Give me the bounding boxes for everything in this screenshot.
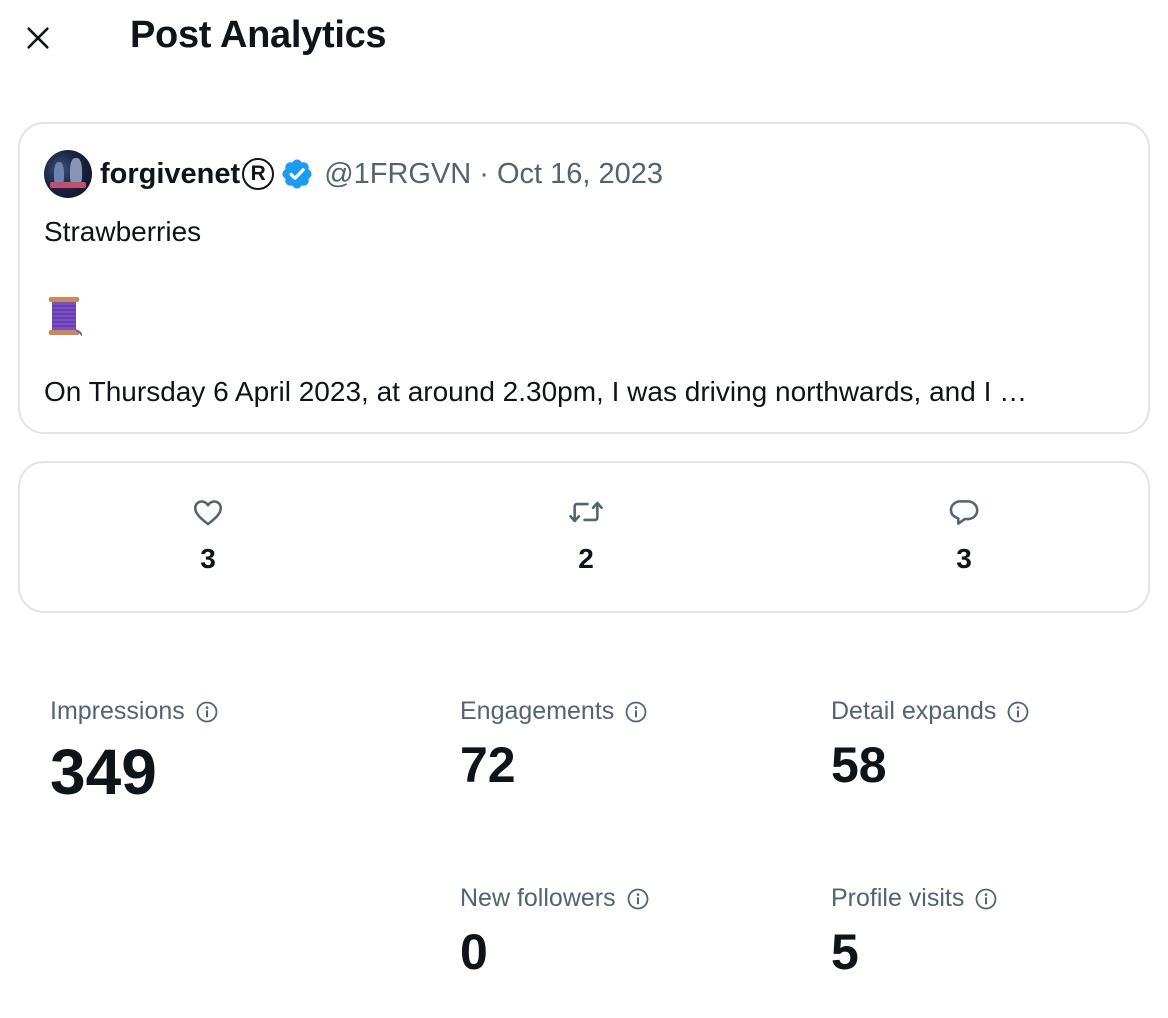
info-icon[interactable] xyxy=(974,887,998,911)
engagements-value: 72 xyxy=(460,737,516,793)
post-card[interactable]: forgivenet R @1FRGVN · Oct 16, 2023 Stra… xyxy=(18,122,1150,434)
impressions-metric: Impressions 349 xyxy=(50,697,219,804)
avatar[interactable] xyxy=(44,150,92,198)
detail-expands-metric: Detail expands 58 xyxy=(831,697,1030,790)
likes-count: 3 xyxy=(200,543,216,574)
close-icon xyxy=(27,27,49,49)
new-followers-label: New followers xyxy=(460,884,616,912)
meta-separator: · xyxy=(479,157,489,190)
verified-badge-icon xyxy=(282,159,312,189)
spool-of-thread-icon xyxy=(49,297,82,336)
profile-visits-label: Profile visits xyxy=(831,884,965,912)
post-text-line-1: Strawberries xyxy=(44,216,202,247)
heart-icon xyxy=(193,500,223,526)
impressions-value: 349 xyxy=(50,736,157,808)
info-icon[interactable] xyxy=(624,700,648,724)
new-followers-value: 0 xyxy=(460,924,488,980)
repost-icon xyxy=(569,501,603,523)
engagements-metric: Engagements 72 xyxy=(460,697,648,790)
engagements-label: Engagements xyxy=(460,697,615,725)
info-icon[interactable] xyxy=(626,887,650,911)
post-date[interactable]: Oct 16, 2023 xyxy=(497,158,663,191)
profile-visits-metric: Profile visits 5 xyxy=(831,884,998,977)
info-icon[interactable] xyxy=(1006,700,1030,724)
profile-visits-value: 5 xyxy=(831,924,859,980)
registered-mark: R xyxy=(242,158,275,190)
replies-count: 3 xyxy=(956,543,972,574)
reposts-stat: 2 xyxy=(526,495,646,575)
detail-expands-label: Detail expands xyxy=(831,697,997,725)
page-title: Post Analytics xyxy=(130,14,387,56)
reposts-count: 2 xyxy=(578,543,594,574)
detail-expands-value: 58 xyxy=(831,737,887,793)
close-button[interactable] xyxy=(18,18,58,58)
post-text-line-2: On Thursday 6 April 2023, at around 2.30… xyxy=(44,376,1028,407)
replies-stat: 3 xyxy=(904,495,1024,575)
author-handle[interactable]: @1FRGVN xyxy=(324,158,471,191)
impressions-label: Impressions xyxy=(50,697,185,725)
reply-icon xyxy=(949,500,979,525)
likes-stat: 3 xyxy=(148,495,268,575)
info-icon[interactable] xyxy=(195,700,219,724)
engagement-summary-card: 3 2 3 xyxy=(18,461,1150,613)
author-name[interactable]: forgivenet xyxy=(100,158,240,191)
new-followers-metric: New followers 0 xyxy=(460,884,650,977)
post-header: forgivenet R @1FRGVN · Oct 16, 2023 xyxy=(44,150,663,198)
